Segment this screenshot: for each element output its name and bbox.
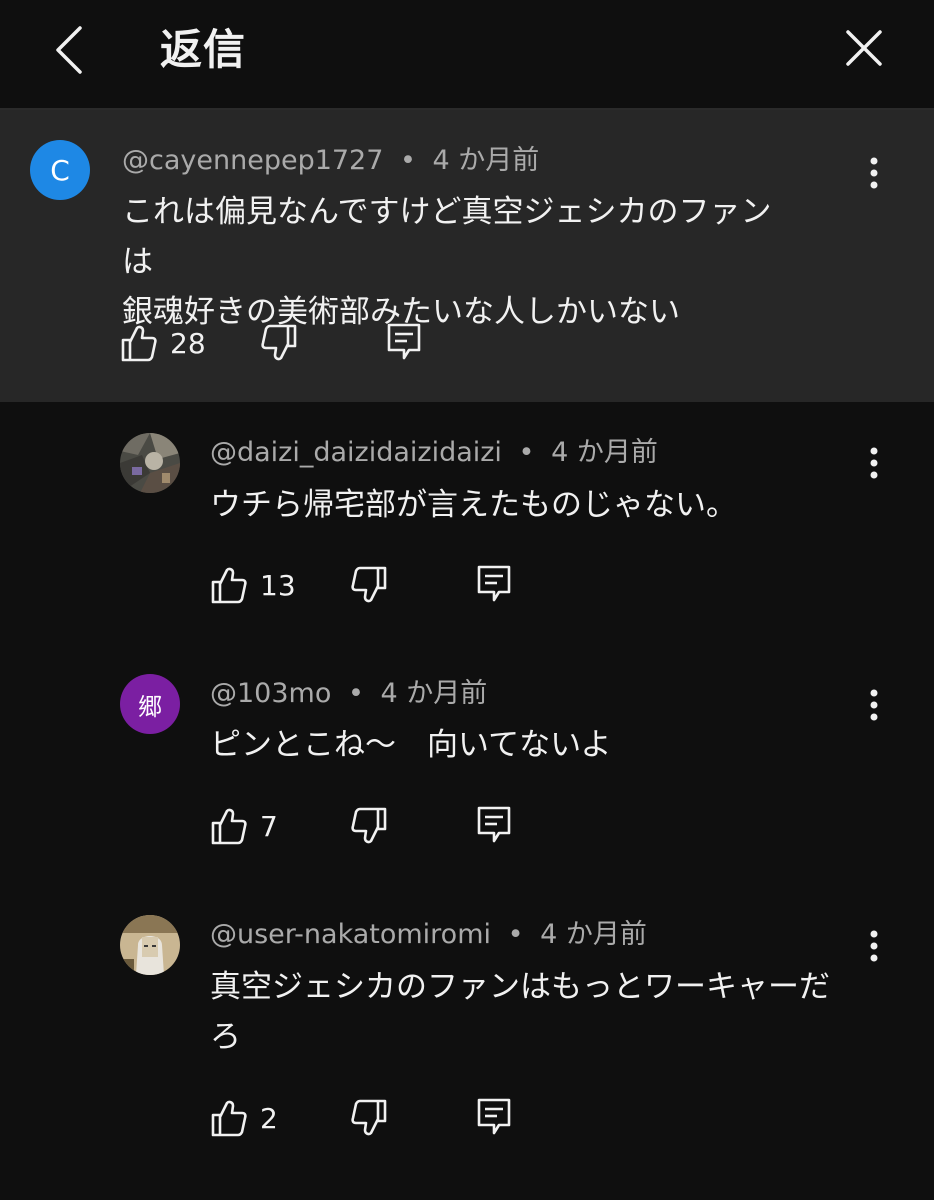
reply-comment: 郷 @103mo • 4 か月前 ピンとこね〜 向いてないよ 7 — [0, 642, 934, 884]
comment-author[interactable]: @103mo — [210, 678, 331, 709]
thumbs-up-icon — [211, 567, 247, 604]
comment-text: ウチら帰宅部が言えたものじゃない。 — [210, 480, 870, 530]
back-button[interactable] — [40, 18, 100, 82]
thumbs-down-icon — [351, 807, 387, 844]
dislike-button[interactable] — [350, 563, 388, 607]
more-vert-icon — [870, 157, 878, 189]
like-button[interactable]: 2 — [210, 1096, 278, 1140]
reply-comment-icon — [477, 806, 511, 843]
page-title: 返信 — [160, 25, 247, 74]
avatar[interactable] — [120, 915, 180, 975]
reply-button[interactable] — [476, 563, 512, 607]
comment-time: 4 か月前 — [551, 437, 658, 468]
like-button[interactable]: 7 — [210, 804, 278, 848]
comment-time: 4 か月前 — [540, 919, 647, 950]
like-count: 28 — [170, 326, 206, 360]
chevron-left-icon — [56, 26, 82, 74]
comment-author[interactable]: @user-nakatomiromi — [210, 919, 491, 950]
meta-separator: • — [400, 145, 416, 176]
dislike-button[interactable] — [350, 1096, 388, 1140]
reply-comment: @daizi_daizidaizidaizi • 4 か月前 ウチら帰宅部が言え… — [0, 402, 934, 642]
avatar-photo-icon — [120, 915, 180, 975]
top-bar: 返信 — [0, 0, 934, 110]
dislike-button[interactable] — [260, 321, 298, 365]
comment-text: これは偏見なんですけど真空ジェシカのファンは 銀魂好きの美術部みたいな人しかいな… — [122, 187, 782, 337]
reply-button[interactable] — [386, 321, 422, 365]
parent-comment: C @cayennepep1727 • 4 か月前 これは偏見なんですけど真空ジ… — [0, 110, 934, 402]
avatar[interactable]: C — [30, 140, 90, 200]
meta-separator: • — [347, 678, 364, 709]
avatar-letter: C — [50, 153, 70, 187]
avatar[interactable] — [120, 433, 180, 493]
comment-time: 4 か月前 — [380, 678, 488, 709]
meta-separator: • — [507, 919, 524, 950]
reply-comment: @user-nakatomiromi • 4 か月前 真空ジェシカのファンはもっ… — [0, 884, 934, 1200]
reply-comment-icon — [477, 565, 511, 602]
comment-author[interactable]: @cayennepep1727 — [122, 145, 383, 176]
close-icon — [846, 30, 882, 66]
like-count: 2 — [260, 1101, 278, 1135]
reply-button[interactable] — [476, 804, 512, 848]
reply-button[interactable] — [476, 1096, 512, 1140]
comment-text-line: ピンとこね〜 向いてないよ — [210, 727, 612, 763]
thumbs-down-icon — [351, 566, 387, 603]
like-button[interactable]: 28 — [120, 321, 206, 365]
avatar[interactable]: 郷 — [120, 674, 180, 734]
comment-meta: @cayennepep1727 • 4 か月前 — [122, 143, 539, 179]
avatar-photo-icon — [120, 433, 180, 493]
comment-text-line: これは偏見なんですけど真空ジェシカのファンは — [122, 194, 772, 280]
like-button[interactable]: 13 — [210, 563, 296, 607]
comment-text: ピンとこね〜 向いてないよ — [210, 720, 870, 770]
comment-meta: @daizi_daizidaizidaizi • 4 か月前 — [210, 435, 658, 471]
comment-text-line: 真空ジェシカのファンはもっとワーキャーだ — [210, 969, 830, 1005]
more-options-button[interactable] — [854, 148, 894, 198]
like-count: 13 — [260, 568, 296, 602]
reply-comment-icon — [477, 1098, 511, 1135]
comment-time: 4 か月前 — [432, 145, 540, 176]
comment-text-line: 銀魂好きの美術部みたいな人しかいない — [122, 294, 680, 330]
comment-meta: @user-nakatomiromi • 4 か月前 — [210, 917, 647, 953]
thumbs-up-icon — [211, 808, 247, 845]
comment-text-line: ろ — [210, 1019, 241, 1055]
avatar-letter: 郷 — [138, 692, 162, 721]
thumbs-down-icon — [351, 1099, 387, 1136]
thumbs-down-icon — [261, 324, 297, 361]
like-count: 7 — [260, 809, 278, 843]
thumbs-up-icon — [211, 1100, 247, 1137]
thumbs-up-icon — [121, 325, 157, 362]
dislike-button[interactable] — [350, 804, 388, 848]
comment-text: 真空ジェシカのファンはもっとワーキャーだ ろ — [210, 962, 870, 1062]
comment-author[interactable]: @daizi_daizidaizidaizi — [210, 437, 502, 468]
reply-comment-icon — [387, 323, 421, 360]
meta-separator: • — [518, 437, 535, 468]
close-button[interactable] — [832, 18, 896, 82]
comment-text-line: ウチら帰宅部が言えたものじゃない。 — [210, 487, 737, 523]
comment-meta: @103mo • 4 か月前 — [210, 676, 487, 712]
